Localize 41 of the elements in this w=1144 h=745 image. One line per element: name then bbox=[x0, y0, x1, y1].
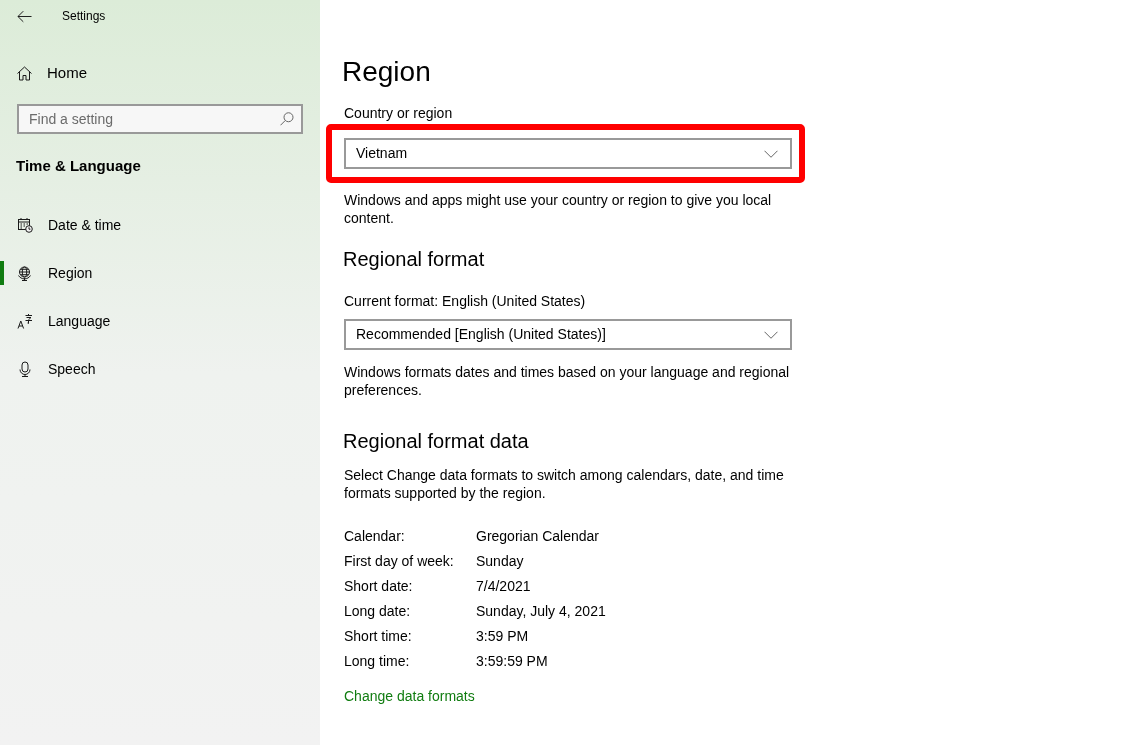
field-value: Sunday bbox=[476, 552, 524, 571]
page-title: Region bbox=[342, 55, 432, 89]
back-arrow-icon bbox=[17, 9, 32, 23]
change-formats-link[interactable]: Change data formats bbox=[344, 687, 475, 705]
sidebar-item[interactable]: Language bbox=[0, 297, 320, 345]
field-label: Short date: bbox=[344, 577, 414, 596]
selection-indicator bbox=[0, 261, 4, 285]
field-label: Country or region bbox=[344, 104, 454, 122]
microphone-icon bbox=[17, 361, 33, 377]
sidebar-item[interactable]: Region bbox=[0, 249, 320, 297]
search-icon bbox=[280, 112, 294, 126]
country-dropdown[interactable]: Vietnam bbox=[344, 138, 792, 169]
field-value: 3:59 PM bbox=[476, 627, 529, 646]
home-icon bbox=[17, 65, 32, 81]
home-link[interactable]: Home bbox=[0, 53, 320, 93]
language-icon bbox=[17, 313, 33, 329]
chevron-icon bbox=[764, 149, 778, 158]
description-text: Windows formats dates and times based on your language and regional preferences. bbox=[344, 363, 791, 399]
section-heading: Regional format bbox=[343, 247, 486, 272]
sidebar-item[interactable]: Speech bbox=[0, 345, 320, 393]
chevron-icon bbox=[764, 330, 778, 339]
field-label: Long date: bbox=[344, 602, 412, 621]
format-dropdown[interactable]: Recommended [English (United States)] bbox=[344, 319, 792, 350]
field-value: 3:59:59 PM bbox=[476, 652, 548, 671]
section-title: Time & Language bbox=[15, 156, 142, 176]
sidebar-item[interactable]: Date & time bbox=[0, 201, 320, 249]
description-text: Select Change data formats to switch among calendars, date, and time formats supported by the region. bbox=[344, 466, 785, 502]
section-heading: Regional format data bbox=[343, 429, 530, 454]
field-value: Gregorian Calendar bbox=[476, 527, 599, 546]
description-text: Windows and apps might use your country or region to give you local content. bbox=[344, 191, 773, 227]
field-value: 7/4/2021 bbox=[476, 577, 531, 596]
field-value: Sunday, July 4, 2021 bbox=[476, 602, 606, 621]
field-label: Short time: bbox=[344, 627, 413, 646]
calendar-clock-icon bbox=[17, 217, 33, 233]
field-label: First day of week: bbox=[344, 552, 455, 571]
field-label: Calendar: bbox=[344, 527, 406, 546]
window-title: Settings bbox=[62, 8, 106, 24]
field-label: Long time: bbox=[344, 652, 411, 671]
globe-icon bbox=[17, 265, 33, 281]
search-field[interactable]: Find a setting bbox=[17, 104, 303, 134]
field-label: Current format: English (United States) bbox=[344, 292, 587, 310]
